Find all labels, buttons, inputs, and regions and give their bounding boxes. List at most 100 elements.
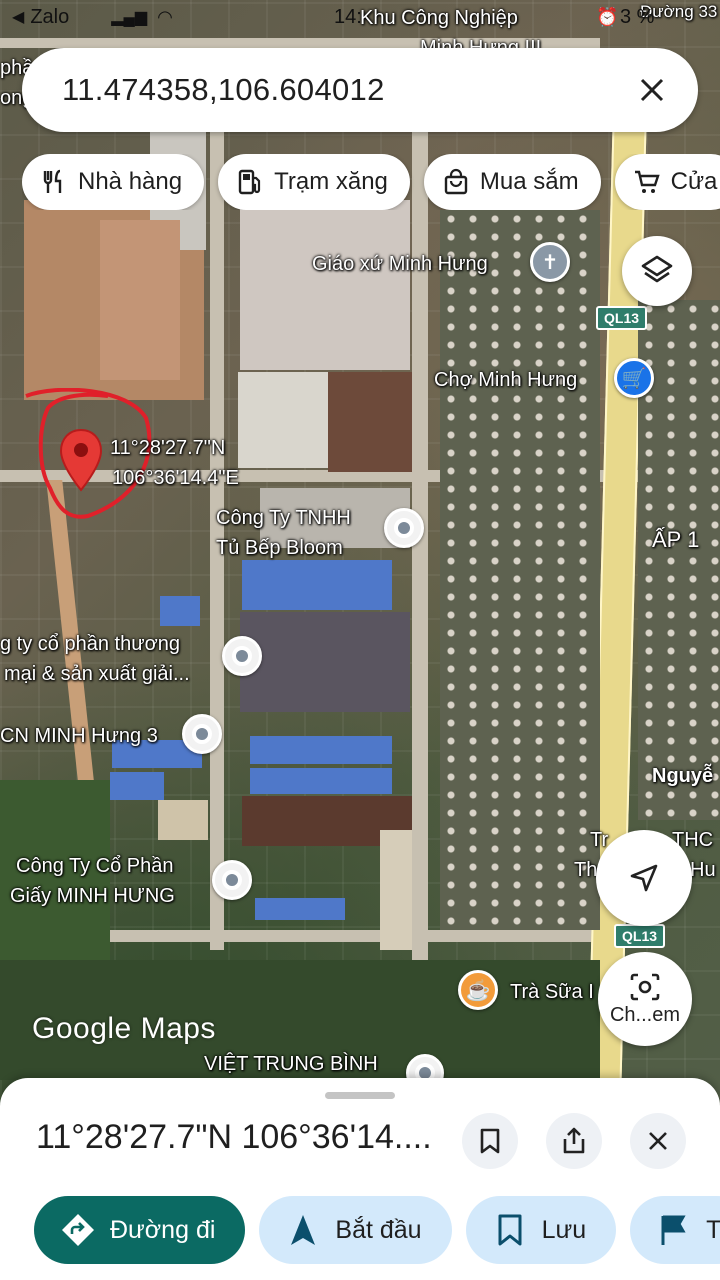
layers-icon (641, 255, 673, 283)
chip-label: Mua sắm (479, 168, 579, 195)
search-bar[interactable]: 11.474358,106.604012 (22, 48, 698, 132)
bloom-pin[interactable] (384, 508, 424, 548)
chip-label: Trạm xăng (274, 168, 388, 195)
navigation-arrow-icon (291, 1215, 316, 1245)
strip (380, 830, 412, 950)
action-label: Lưu (541, 1215, 587, 1244)
gas-station-icon (238, 169, 261, 195)
map-label-school: Th (574, 859, 598, 881)
map-label-school: Hu (690, 859, 716, 881)
place-dot-icon (192, 724, 212, 744)
place-dot-icon (222, 870, 242, 890)
action-label: T (706, 1215, 720, 1244)
shopping-cart-icon: 🛒 (621, 367, 647, 390)
chip-shopping[interactable]: Mua sắm (423, 154, 601, 210)
shopping-bag-icon (444, 168, 468, 195)
action-buttons: Đường đi Bắt đầu Lưu T (34, 1196, 720, 1268)
church-pin[interactable]: ✝ (530, 242, 570, 282)
restaurant-icon (43, 169, 62, 193)
map-label-company-2[interactable]: mại & sản xuất giải... (4, 662, 190, 686)
paper-pin[interactable] (212, 860, 252, 900)
label-button[interactable]: T (630, 1196, 720, 1264)
highway-shield: QL13 (596, 306, 648, 330)
highway-shield: QL13 (614, 924, 666, 948)
field (328, 372, 412, 472)
place-dot-icon (394, 518, 414, 538)
action-label: Đường đi (110, 1215, 216, 1244)
drag-handle[interactable] (325, 1092, 395, 1099)
directions-icon (62, 1214, 94, 1246)
bookmark-icon (498, 1214, 522, 1246)
dropped-pin-lat: 11°28'27.7"N (110, 437, 226, 459)
battery-percent: 3 % (620, 5, 655, 28)
start-button[interactable]: Bắt đầu (259, 1196, 452, 1264)
back-triangle-icon: ◀ (12, 9, 25, 26)
directions-button[interactable]: Đường đi (34, 1196, 246, 1264)
chip-gas-stations[interactable]: Trạm xăng (218, 154, 410, 210)
warehouse (238, 372, 328, 468)
search-input[interactable]: 11.474358,106.604012 (62, 72, 630, 108)
back-app-label: Zalo (30, 5, 70, 28)
residential-area (440, 210, 600, 930)
map-label-paper-2[interactable]: Giấy MINH HƯNG (10, 884, 175, 908)
map-label-paper[interactable]: Công Ty Cổ Phần (16, 854, 174, 878)
close-sheet-button[interactable] (630, 1113, 686, 1169)
blue-roof (110, 772, 164, 800)
factory (240, 612, 410, 712)
bookmark-icon (480, 1128, 500, 1154)
company-pin[interactable] (222, 636, 262, 676)
flag-icon (661, 1215, 686, 1245)
lens-search-button[interactable]: Ch...em (598, 952, 692, 1046)
map-label-kcn[interactable]: CN MINH Hưng 3 (0, 724, 158, 748)
blue-roof (255, 898, 345, 920)
map-label-bloom[interactable]: Công Ty TNHH (216, 506, 351, 530)
back-to-app[interactable]: ◀ Zalo (12, 6, 69, 29)
place-title: 11°28'27.7"N 106°36'14.... (36, 1118, 432, 1156)
coffee-cup-icon: ☕ (465, 979, 491, 1002)
blue-roof (242, 560, 392, 610)
wifi-icon: ◠ (157, 6, 173, 27)
map-label-bloom-2[interactable]: Tủ Bếp Bloom (216, 536, 343, 560)
lens-label: Ch...em (609, 1003, 681, 1026)
cart-icon (634, 170, 660, 193)
market-pin[interactable]: 🛒 (614, 358, 654, 398)
kcn-pin[interactable] (182, 714, 222, 754)
dropped-pin-lng: 106°36'14.4"E (112, 467, 239, 489)
camera-lens-icon (630, 973, 660, 1000)
map-label-company[interactable]: g ty cổ phần thương (0, 632, 180, 656)
dirt-area (100, 220, 180, 380)
chip-label: Nhà hàng (78, 168, 183, 195)
my-location-button[interactable] (596, 830, 692, 926)
status-bar: ◀ Zalo ▂▄▆ ◠ 14: ⏰ 3 % (0, 0, 720, 34)
cross-icon: ✝ (541, 251, 559, 274)
google-maps-logo: Google Maps (32, 1012, 216, 1045)
status-time: 14: (334, 5, 362, 28)
clear-search-button[interactable] (630, 68, 674, 112)
cafe-pin[interactable]: ☕ (458, 970, 498, 1010)
close-icon (649, 1132, 667, 1150)
save-button[interactable]: Lưu (465, 1196, 617, 1264)
chip-stores[interactable]: Cửa (614, 154, 720, 210)
blue-roof (250, 736, 392, 764)
map-label-bottom[interactable]: VIỆT TRUNG BÌNH (204, 1052, 378, 1076)
save-icon-button[interactable] (462, 1113, 518, 1169)
map-label-church[interactable]: Giáo xứ Minh Hưng (312, 252, 488, 276)
chip-label: Cửa (670, 168, 718, 195)
share-button[interactable] (546, 1113, 602, 1169)
alarm-icon: ⏰ (596, 6, 619, 27)
blue-roof (160, 596, 200, 626)
map-label-tea[interactable]: Trà Sữa I (510, 980, 594, 1004)
empty-lot (240, 200, 410, 370)
lot (158, 800, 208, 840)
chip-restaurants[interactable]: Nhà hàng (22, 154, 205, 210)
blue-roof (250, 768, 392, 794)
navigation-arrow-icon (630, 864, 658, 892)
dropped-pin-marker[interactable] (58, 428, 104, 494)
map-layers-button[interactable] (622, 236, 692, 306)
share-icon (563, 1127, 585, 1154)
signal-icon: ▂▄▆ (111, 9, 148, 26)
place-dot-icon (232, 646, 252, 666)
map-label-market[interactable]: Chợ Minh Hưng (434, 368, 577, 392)
category-chips: Nhà hàng Trạm xăng Mua sắm Cửa (22, 154, 720, 210)
map-label-street: Nguyễ (652, 765, 714, 787)
